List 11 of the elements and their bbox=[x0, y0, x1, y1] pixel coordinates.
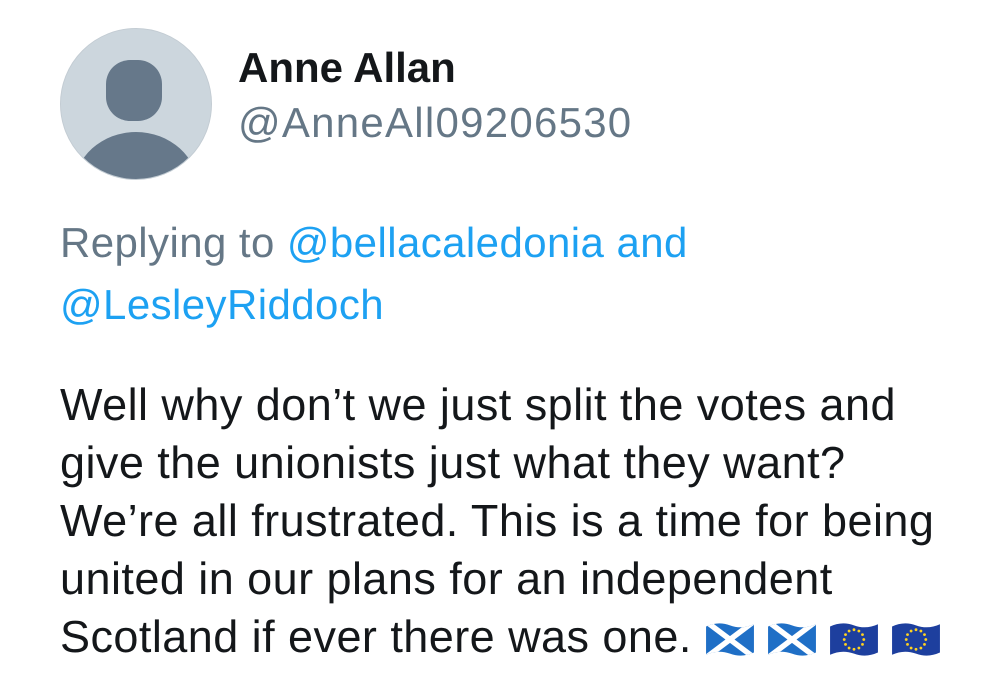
replying-to-line: Replying to @bellacaledonia and @LesleyRiddoch bbox=[60, 218, 689, 330]
user-handle: @AnneAll09206530 bbox=[238, 98, 632, 148]
mention-link[interactable]: @bellacaledonia bbox=[286, 219, 604, 266]
star-ring-flag-icon bbox=[830, 621, 878, 658]
star-ring-flag-icon bbox=[892, 621, 940, 658]
saltire-flag-icon bbox=[706, 621, 754, 658]
avatar-icon bbox=[60, 28, 212, 180]
display-name: Anne Allan bbox=[238, 43, 456, 93]
mention-link[interactable]: @LesleyRiddoch bbox=[60, 281, 384, 328]
saltire-flag-icon bbox=[768, 621, 816, 658]
tweet-text: Well why don’t we just split the votes and give the unionists just what they want? We’re all frustrated. This is a time for being united in our plans for an independent Scotland if ever there was one. bbox=[60, 376, 950, 666]
